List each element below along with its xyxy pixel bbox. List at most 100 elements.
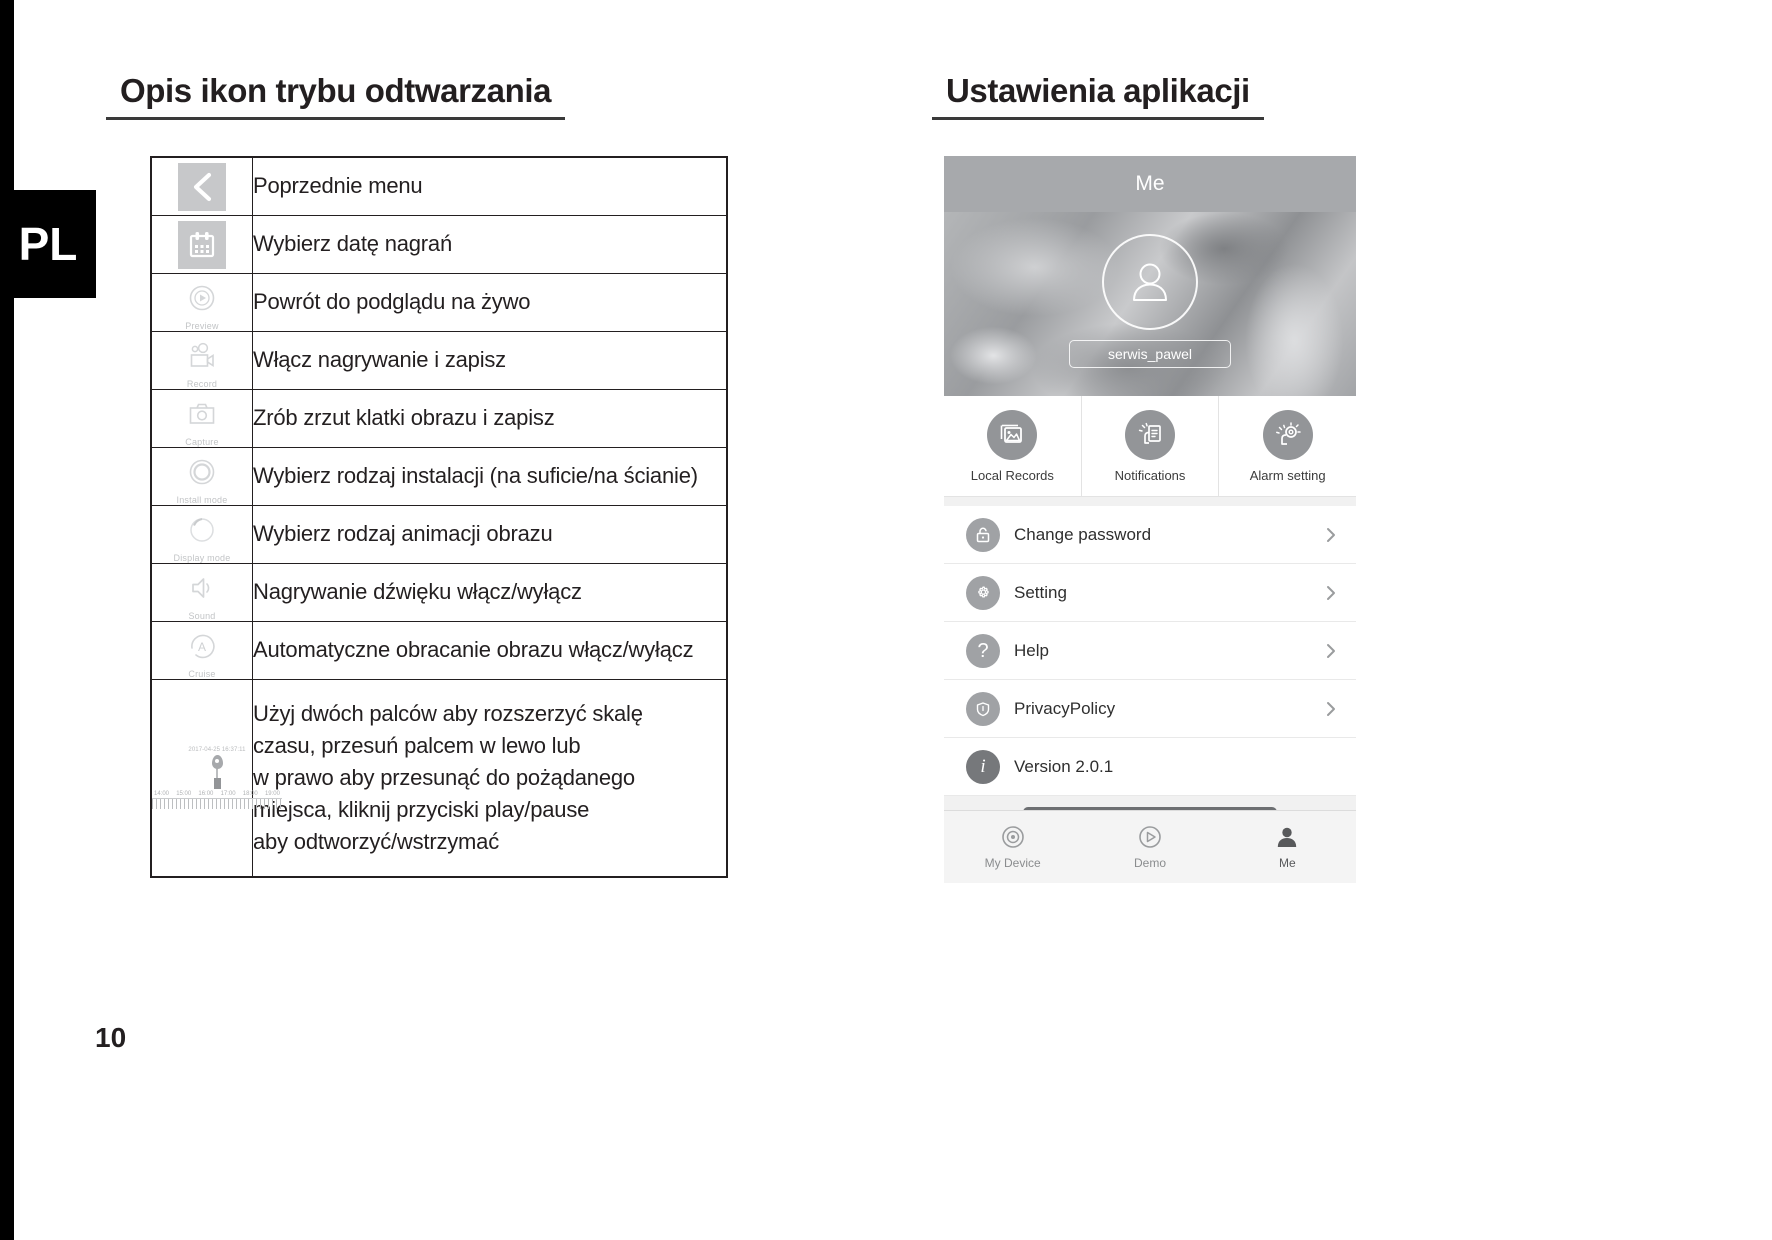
quick-action-alarm-setting[interactable]: Alarm setting (1219, 396, 1356, 496)
tick-label: 17:00 (220, 791, 236, 797)
tab-my-device[interactable]: My Device (944, 811, 1081, 883)
chevron-right-icon (1327, 585, 1335, 600)
icon-description: Automatyczne obracanie obrazu włącz/wyłą… (252, 621, 728, 680)
display-mode-sphere-icon (178, 506, 226, 553)
icon-description: Wybierz rodzaj instalacji (na suficie/na… (252, 447, 728, 506)
tick-label: 18:00 (242, 791, 258, 797)
quick-actions-row: Local Records Notifications Alarm settin… (944, 396, 1356, 497)
timeline-timestamp: 2017-04-25 16:37:11 (188, 747, 246, 753)
table-row: Wybierz datę nagrań (150, 215, 728, 274)
tab-label: Demo (1133, 856, 1166, 870)
tab-demo[interactable]: Demo (1081, 811, 1218, 883)
info-icon: i (966, 749, 1000, 784)
menu-item-help[interactable]: ? Help (944, 622, 1356, 680)
app-settings-screenshot: Me serwis_pawel Local Records Notificati… (944, 156, 1356, 883)
table-row: Capture Zrób zrzut klatki obrazu i zapis… (150, 389, 728, 448)
menu-item-label: Version 2.0.1 (1014, 756, 1114, 776)
tick-label: 16:00 (198, 791, 214, 797)
table-row: Display mode Wybierz rodzaj animacji obr… (150, 505, 728, 564)
username-field[interactable]: serwis_pawel (1069, 340, 1231, 368)
quick-action-label: Alarm setting (1249, 467, 1326, 483)
icon-caption: Sound (188, 611, 216, 621)
timeline-needle (216, 769, 218, 778)
page-number: 10 (95, 1022, 127, 1053)
notification-board-icon (1125, 409, 1175, 460)
timeline-description: Użyj dwóch palców aby rozszerzyć skalę c… (252, 679, 728, 878)
chevron-right-icon (1327, 643, 1335, 658)
menu-item-label: PrivacyPolicy (1014, 698, 1116, 718)
icon-description: Powrót do podglądu na żywo (252, 273, 728, 332)
icon-description: Zrób zrzut klatki obrazu i zapisz (252, 389, 728, 448)
svg-text:A: A (198, 640, 206, 654)
menu-item-label: Change password (1014, 524, 1152, 544)
tab-label: Me (1278, 856, 1296, 870)
icon-description: Poprzednie menu (252, 156, 728, 216)
timeline-icon-cell: 2017-04-25 16:37:11 14:00 15:00 16:00 17… (150, 679, 282, 878)
capture-camera-icon (178, 390, 226, 437)
icon-caption: Capture (185, 437, 219, 447)
section-heading-playback-icons: Opis ikon trybu odtwarzania (106, 72, 566, 120)
table-row: Install mode Wybierz rodzaj instalacji (… (150, 447, 728, 506)
bottom-tab-bar: My Device Demo Me (944, 810, 1356, 883)
table-row: Poprzednie menu (150, 156, 728, 216)
icon-caption: Install mode (176, 495, 228, 505)
tab-me[interactable]: Me (1219, 811, 1356, 883)
calendar-icon (178, 220, 226, 269)
gallery-icon (987, 409, 1038, 460)
timeline-tick-labels: 14:00 15:00 16:00 17:00 18:00 19:00 (152, 791, 282, 797)
profile-hero-banner: serwis_pawel (944, 212, 1356, 396)
tick-label: 14:00 (154, 791, 170, 797)
timeline-marker (213, 778, 221, 789)
avatar[interactable] (1102, 234, 1198, 330)
menu-item-privacy-policy[interactable]: PrivacyPolicy (944, 680, 1356, 738)
menu-item-label: Setting (1014, 582, 1067, 602)
icon-caption: Cruise (188, 669, 216, 679)
preview-play-icon (178, 274, 226, 321)
tick-label: 19:00 (264, 791, 280, 797)
quick-action-local-records[interactable]: Local Records (944, 396, 1082, 496)
menu-item-setting[interactable]: Setting (944, 564, 1356, 622)
icon-cell (150, 156, 253, 216)
icon-cell (150, 215, 253, 274)
menu-item-change-password[interactable]: Change password (944, 506, 1356, 564)
icon-cell: Display mode (150, 505, 253, 564)
record-camcorder-icon (178, 332, 226, 379)
table-row-timeline: 2017-04-25 16:37:11 14:00 15:00 16:00 17… (150, 679, 728, 878)
icon-caption: Preview (185, 321, 219, 331)
playback-icon-table: Poprzednie menu Wybierz datę nagrań Prev… (150, 156, 728, 878)
person-icon (1133, 263, 1167, 301)
menu-separator (944, 497, 1356, 506)
icon-caption: Record (186, 379, 218, 389)
gear-icon (966, 575, 1000, 610)
lock-icon (966, 517, 1000, 552)
icon-cell: Record (150, 331, 253, 390)
icon-description: Wybierz rodzaj animacji obrazu (252, 505, 728, 564)
icon-cell: A Cruise (150, 621, 253, 680)
cruise-auto-rotate-icon: A (178, 622, 226, 669)
timeline-scrubber-icon: 2017-04-25 16:37:11 14:00 15:00 16:00 17… (152, 747, 282, 809)
section-heading-app-settings: Ustawienia aplikacji (932, 72, 1264, 120)
question-mark-icon: ? (966, 633, 1000, 668)
phone-title-bar: Me (944, 156, 1356, 212)
icon-cell: Capture (150, 389, 253, 448)
quick-action-notifications[interactable]: Notifications (1082, 396, 1220, 496)
table-row: Preview Powrót do podglądu na żywo (150, 273, 728, 332)
page-title: Me (1135, 172, 1165, 195)
play-circle-icon (1139, 826, 1161, 848)
alarm-setting-icon (1262, 409, 1313, 460)
tab-label: My Device (984, 856, 1041, 870)
language-tab-pl: PL (0, 190, 96, 298)
quick-action-label: Notifications (1114, 467, 1186, 483)
tick-label: 15:00 (176, 791, 192, 797)
icon-description: Nagrywanie dźwięku włącz/wyłącz (252, 563, 728, 622)
timeline-ruler (152, 798, 282, 809)
icon-cell: Sound (150, 563, 253, 622)
shield-icon (966, 691, 1000, 726)
person-icon (1278, 827, 1297, 847)
menu-item-version: i Version 2.0.1 (944, 738, 1356, 796)
table-row: A Cruise Automatyczne obracanie obrazu w… (150, 621, 728, 680)
back-chevron-icon (178, 162, 226, 211)
icon-caption: Display mode (173, 553, 231, 563)
camera-dome-icon (1001, 826, 1024, 848)
icon-cell: Preview (150, 273, 253, 332)
